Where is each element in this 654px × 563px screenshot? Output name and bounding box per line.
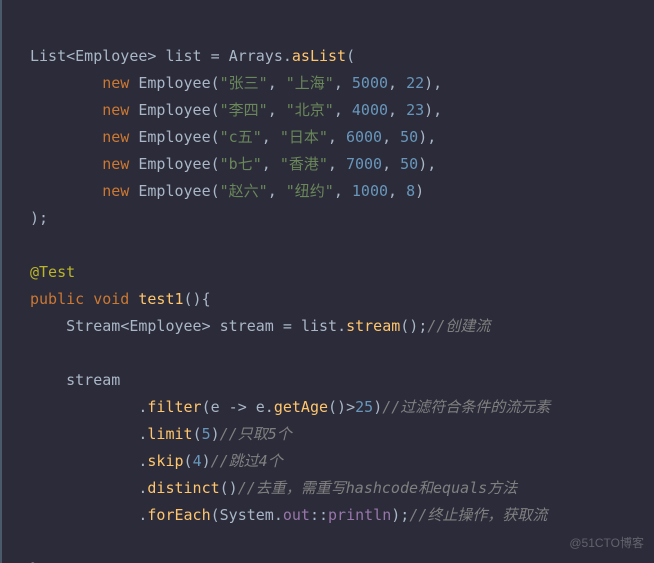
str-city-2: "日本"	[280, 128, 328, 146]
skip-call: skip	[147, 452, 183, 470]
num-age-3: 50	[400, 155, 418, 173]
foreach-call: forEach	[147, 506, 210, 524]
aslist-call: asList	[292, 47, 346, 65]
line-18: .forEach(System.out::println);//终止操作，获取流	[30, 506, 547, 524]
comment-skip: //跳过4个	[211, 452, 283, 470]
new-kw: new	[102, 101, 129, 119]
str-name-2: "c五"	[220, 128, 262, 146]
stream-var: stream	[220, 317, 274, 335]
limit-close: )	[211, 425, 220, 443]
test-annotation: @Test	[30, 263, 75, 281]
double-colon: ::	[310, 506, 328, 524]
skip-close: )	[202, 452, 211, 470]
line-4: new Employee("c五", "日本", 6000, 50),	[30, 128, 436, 146]
num-salary-0: 5000	[352, 74, 388, 92]
line-1: List<Employee> list = Arrays.asList(	[30, 47, 355, 65]
list-ref: list	[301, 317, 337, 335]
stream-chain-var: stream	[66, 371, 120, 389]
num-salary-1: 4000	[352, 101, 388, 119]
num-salary-3: 7000	[346, 155, 382, 173]
line-8-blank	[30, 236, 39, 254]
stream-type: Stream	[66, 317, 120, 335]
arrays-class: Arrays	[229, 47, 283, 65]
lambda-right: ()>	[328, 398, 355, 416]
num-age-1: 23	[406, 101, 424, 119]
employee-ctor: Employee	[138, 101, 210, 119]
foreach-open: (System.	[211, 506, 283, 524]
line-12-blank	[30, 344, 39, 362]
filter-close: )	[373, 398, 382, 416]
filter-call: filter	[147, 398, 201, 416]
skip-open: (	[184, 452, 193, 470]
new-kw: new	[102, 128, 129, 146]
close-list: );	[30, 209, 48, 227]
getage-call: getAge	[274, 398, 328, 416]
num-age-4: 8	[406, 182, 415, 200]
employee-ctor: Employee	[138, 182, 210, 200]
stream-call: stream	[346, 317, 400, 335]
str-city-3: "香港"	[280, 155, 328, 173]
distinct-parens: ()	[220, 479, 238, 497]
line-3: new Employee("李四", "北京", 4000, 23),	[30, 101, 442, 119]
eq-op: =	[283, 317, 292, 335]
new-kw: new	[102, 182, 129, 200]
str-name-4: "赵六"	[220, 182, 268, 200]
line-6: new Employee("赵六", "纽约", 1000, 8)	[30, 182, 424, 200]
str-name-0: "张三"	[220, 74, 268, 92]
line-15: .limit(5)//只取5个	[30, 425, 292, 443]
employee-ctor: Employee	[138, 74, 210, 92]
line-9: @Test	[30, 263, 75, 281]
str-city-1: "北京"	[286, 101, 334, 119]
limit-num: 5	[202, 425, 211, 443]
println-ref: println	[328, 506, 391, 524]
limit-open: (	[193, 425, 202, 443]
watermark-text: @51CTO博客	[569, 530, 644, 557]
public-kw: public	[30, 290, 84, 308]
void-kw: void	[93, 290, 129, 308]
comment-distinct: //去重，需重写hashcode和equals方法	[238, 479, 518, 497]
code-editor: List<Employee> list = Arrays.asList( new…	[0, 0, 654, 563]
filter-num: 25	[355, 398, 373, 416]
type-list: List	[30, 47, 66, 65]
comment-limit: //只取5个	[220, 425, 292, 443]
str-city-4: "纽约"	[286, 182, 334, 200]
num-salary-4: 1000	[352, 182, 388, 200]
line-2: new Employee("张三", "上海", 5000, 22),	[30, 74, 442, 92]
line-17: .distinct()//去重，需重写hashcode和equals方法	[30, 479, 517, 497]
equals-op: =	[211, 47, 220, 65]
comment-foreach: //终止操作，获取流	[409, 506, 547, 524]
str-name-3: "b七"	[220, 155, 262, 173]
num-age-0: 22	[406, 74, 424, 92]
stream-generic: Employee	[129, 317, 201, 335]
var-list: list	[165, 47, 201, 65]
method-name: test1	[138, 290, 183, 308]
line-11: Stream<Employee> stream = list.stream();…	[30, 317, 490, 335]
foreach-close: );	[391, 506, 409, 524]
str-name-1: "李四"	[220, 101, 268, 119]
new-kw: new	[102, 155, 129, 173]
employee-ctor: Employee	[138, 155, 210, 173]
system-out: out	[283, 506, 310, 524]
new-kw: new	[102, 74, 129, 92]
line-10: public void test1(){	[30, 290, 211, 308]
skip-num: 4	[193, 452, 202, 470]
limit-call: limit	[147, 425, 192, 443]
comment-filter: //过滤符合条件的流元素	[382, 398, 550, 416]
str-city-0: "上海"	[286, 74, 334, 92]
line-7: );	[30, 209, 48, 227]
distinct-call: distinct	[147, 479, 219, 497]
line-16: .skip(4)//跳过4个	[30, 452, 283, 470]
comment-create-stream: //创建流	[427, 317, 490, 335]
line-5: new Employee("b七", "香港", 7000, 50),	[30, 155, 436, 173]
line-14: .filter(e -> e.getAge()>25)//过滤符合条件的流元素	[30, 398, 550, 416]
line-19-blank	[30, 533, 39, 551]
employee-ctor: Employee	[138, 128, 210, 146]
method-parens: (){	[184, 290, 211, 308]
num-salary-2: 6000	[346, 128, 382, 146]
type-employee: Employee	[75, 47, 147, 65]
num-age-2: 50	[400, 128, 418, 146]
lambda-left: (e -> e.	[202, 398, 274, 416]
line-13: stream	[30, 371, 120, 389]
